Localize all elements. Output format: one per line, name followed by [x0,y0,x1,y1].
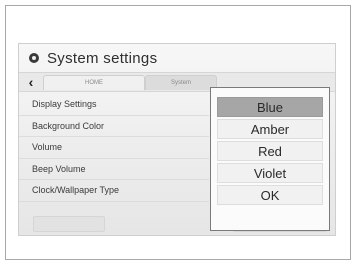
settings-screen: System settings ‹ HOME System Display Se… [18,43,336,236]
option-violet[interactable]: Violet [217,163,323,183]
option-blue[interactable]: Blue [217,97,323,117]
title-bar: System settings [19,44,335,72]
option-red[interactable]: Red [217,141,323,161]
setting-beep-volume[interactable]: Beep Volume [19,159,209,180]
tab-system[interactable]: System [145,75,217,90]
tab-home[interactable]: HOME [43,75,145,90]
setting-display-settings[interactable]: Display Settings [19,94,209,116]
setting-volume[interactable]: Volume [19,137,209,159]
footer-button-left[interactable] [33,216,105,232]
chevron-left-icon: ‹ [28,74,34,90]
setting-label: Display Settings [32,99,97,110]
setting-clock-wallpaper-type[interactable]: Clock/Wallpaper Type [19,180,209,202]
setting-label: Beep Volume [32,163,86,174]
setting-label: Clock/Wallpaper Type [32,185,120,196]
back-button[interactable]: ‹ [23,73,39,91]
ok-button[interactable]: OK [217,185,323,205]
setting-background-color[interactable]: Background Color [19,116,209,137]
page-title: System settings [47,49,158,67]
settings-list: Display Settings Background Color Volume… [19,94,209,202]
setting-label: Volume [32,142,63,153]
option-amber[interactable]: Amber [217,119,323,139]
color-popup: Blue Amber Red Violet OK [210,87,330,231]
setting-label: Background Color [32,120,105,131]
gear-icon [28,52,40,64]
